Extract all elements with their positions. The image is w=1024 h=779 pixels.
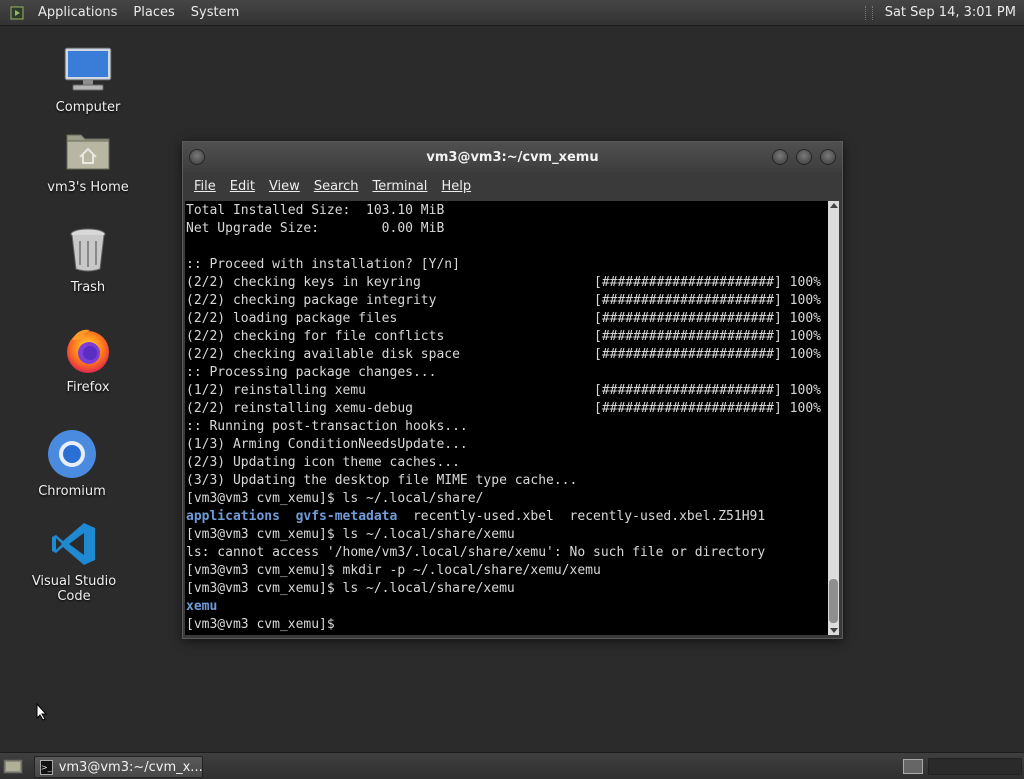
desktop-icon-label: Firefox — [66, 380, 110, 395]
output-line: (1/3) Arming ConditionNeedsUpdate... — [186, 437, 468, 452]
chromium-icon — [46, 428, 98, 480]
command-line: [vm3@vm3 cvm_xemu]$ ls ~/.local/share/ — [186, 491, 484, 506]
scroll-down-arrow-icon[interactable] — [830, 628, 838, 633]
mouse-pointer-icon — [36, 702, 48, 725]
terminal-menubar: File Edit View Search Terminal Help — [183, 172, 842, 200]
progress-row: (2/2) checking package integrity [#######… — [186, 293, 821, 308]
terminal-icon: >_ — [40, 759, 53, 775]
workspace-switcher[interactable] — [928, 758, 1022, 775]
scrollbar-thumb[interactable] — [829, 579, 838, 623]
menu-terminal[interactable]: Terminal — [365, 179, 434, 194]
trash-icon — [62, 224, 114, 276]
window-titlebar[interactable]: vm3@vm3:~/cvm_xemu — [183, 142, 842, 172]
menu-search[interactable]: Search — [307, 179, 366, 194]
output-line: Total Installed Size: 103.10 MiB — [186, 203, 445, 218]
close-button[interactable] — [820, 149, 836, 165]
top-panel: Applications Places System Sat Sep 14, 3… — [0, 0, 1024, 26]
desktop-icon-firefox[interactable]: Firefox — [28, 324, 148, 395]
desktop-icon-trash[interactable]: Trash — [28, 224, 148, 295]
progress-row: (2/2) loading package files [############… — [186, 311, 821, 326]
computer-icon — [62, 44, 114, 96]
output-line: (3/3) Updating the desktop file MIME typ… — [186, 473, 578, 488]
desktop-icon-computer[interactable]: Computer — [28, 44, 148, 115]
command-line: [vm3@vm3 cvm_xemu]$ ls ~/.local/share/xe… — [186, 527, 515, 542]
directory-entry: gvfs-metadata — [295, 509, 398, 524]
output-line: :: Running post-transaction hooks... — [186, 419, 468, 434]
system-menu[interactable]: System — [183, 5, 247, 20]
desktop-icon-label: vm3's Home — [47, 180, 129, 195]
taskbar-terminal-button[interactable]: >_ vm3@vm3:~/cvm_x... — [34, 756, 203, 778]
output-line: :: Proceed with installation? [Y/n] — [186, 257, 460, 272]
workspace-1-button[interactable] — [903, 759, 923, 774]
window-title: vm3@vm3:~/cvm_xemu — [426, 149, 599, 165]
clock[interactable]: Sat Sep 14, 3:01 PM — [879, 5, 1024, 20]
file-entries: recently-used.xbel recently-used.xbel.Z5… — [397, 509, 766, 524]
progress-row: (2/2) reinstalling xemu-debug [##########… — [186, 401, 821, 416]
desktop-icon-label: Visual Studio Code — [31, 574, 117, 604]
maximize-button[interactable] — [796, 149, 812, 165]
progress-row: (2/2) checking for file conflicts [######… — [186, 329, 821, 344]
output-line: :: Processing package changes... — [186, 365, 437, 380]
desktop-icon-label: Trash — [70, 280, 106, 295]
ls-output: applications gvfs-metadata recently-used… — [186, 509, 765, 524]
terminal-scrollbar[interactable] — [828, 201, 839, 635]
vscode-icon — [48, 518, 100, 570]
output-line: Net Upgrade Size: 0.00 MiB — [186, 221, 445, 236]
home-folder-icon — [62, 124, 114, 176]
command-line: [vm3@vm3 cvm_xemu]$ ls ~/.local/share/xe… — [186, 581, 515, 596]
panel-separator — [864, 5, 873, 20]
menu-view[interactable]: View — [262, 179, 307, 194]
minimize-button[interactable] — [772, 149, 788, 165]
desktop-icon-chromium[interactable]: Chromium — [12, 428, 132, 499]
firefox-icon — [62, 324, 114, 376]
places-menu[interactable]: Places — [125, 5, 182, 20]
desktop-icon-home[interactable]: vm3's Home — [28, 124, 148, 195]
show-desktop-icon[interactable] — [3, 757, 23, 775]
menu-help[interactable]: Help — [434, 179, 478, 194]
command-line: [vm3@vm3 cvm_xemu]$ mkdir -p ~/.local/sh… — [186, 563, 601, 578]
bottom-panel: >_ vm3@vm3:~/cvm_x... — [0, 752, 1024, 779]
directory-entry: xemu — [186, 599, 218, 614]
current-prompt[interactable]: [vm3@vm3 cvm_xemu]$ — [186, 617, 343, 632]
desktop-icon-vscode[interactable]: Visual Studio Code — [14, 518, 134, 604]
progress-row: (2/2) checking keys in keyring [#########… — [186, 275, 821, 290]
terminal-output[interactable]: Total Installed Size: 103.10 MiB Net Upg… — [185, 201, 828, 635]
progress-row: (2/2) checking available disk space [####… — [186, 347, 821, 362]
scroll-up-arrow-icon[interactable] — [830, 203, 838, 208]
menu-edit[interactable]: Edit — [223, 179, 262, 194]
desktop-icon-label: Chromium — [38, 484, 106, 499]
progress-row: (1/2) reinstalling xemu [################… — [186, 383, 821, 398]
terminal-window[interactable]: vm3@vm3:~/cvm_xemu File Edit View Search… — [182, 141, 843, 639]
applications-menu[interactable]: Applications — [30, 5, 125, 20]
taskbar-button-label: vm3@vm3:~/cvm_x... — [58, 759, 203, 775]
directory-entry: applications — [186, 509, 280, 524]
applications-menu-icon[interactable] — [10, 5, 26, 21]
menu-file[interactable]: File — [187, 179, 223, 194]
desktop-icon-label: Computer — [55, 100, 121, 115]
window-menu-button[interactable] — [189, 149, 205, 165]
output-line: (2/3) Updating icon theme caches... — [186, 455, 460, 470]
error-line: ls: cannot access '/home/vm3/.local/shar… — [186, 545, 766, 560]
